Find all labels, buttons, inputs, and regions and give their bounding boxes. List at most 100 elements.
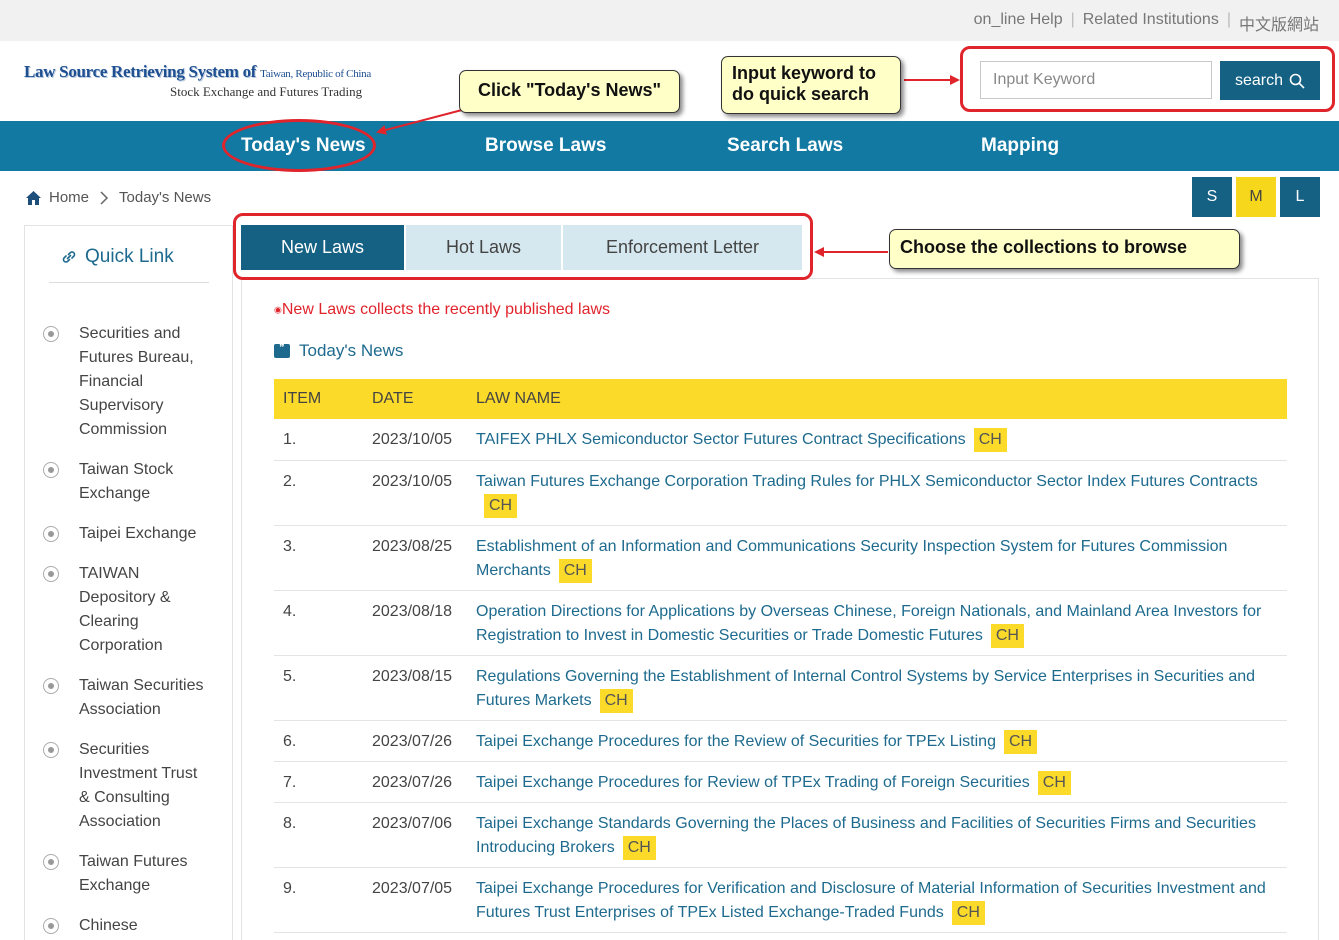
row-item: 7. <box>283 774 297 791</box>
nav-search-laws[interactable]: Search Laws <box>727 135 843 157</box>
row-law-name: Taipei Exchange Procedures for the Revie… <box>476 730 1282 754</box>
row-date: 2023/08/18 <box>372 603 453 620</box>
chinese-site-link[interactable]: 中文版網站 <box>1231 11 1319 35</box>
callout-line: do quick search <box>732 84 870 104</box>
table-row: 8. 2023/07/06 Taipei Exchange Standards … <box>274 803 1287 868</box>
chinese-version-badge[interactable]: CH <box>622 836 656 860</box>
logo-main-text: Law Source Retrieving System of <box>24 62 257 81</box>
online-help-link[interactable]: on_line Help <box>966 11 1071 35</box>
chinese-version-badge[interactable]: CH <box>484 494 518 518</box>
sidebar-line: Taiwan Stock <box>79 461 174 478</box>
link-icon <box>62 251 76 263</box>
row-date: 2023/07/06 <box>372 815 453 832</box>
law-link[interactable]: Taipei Exchange Procedures for Verificat… <box>476 880 1266 921</box>
table-row: 6. 2023/07/26 Taipei Exchange Procedures… <box>274 721 1287 762</box>
law-link[interactable]: Regulations Governing the Establishment … <box>476 668 1255 709</box>
row-item: 6. <box>283 733 297 750</box>
radio-bullet-icon <box>43 326 59 342</box>
search-input[interactable] <box>980 61 1212 99</box>
sidebar-item-chinese[interactable]: Chinese <box>43 914 138 938</box>
nav-browse-laws[interactable]: Browse Laws <box>485 135 606 157</box>
sidebar-line: Exchange <box>79 877 151 894</box>
radio-bullet-icon <box>43 854 59 870</box>
search-button[interactable]: search <box>1220 61 1320 100</box>
chinese-version-badge[interactable]: CH <box>990 624 1024 648</box>
speech-bubble-icon: ❞ <box>274 344 290 358</box>
row-item: 5. <box>283 668 297 685</box>
row-law-name: TAIFEX PHLX Semiconductor Sector Futures… <box>476 428 1282 452</box>
column-header-law-name: LAW NAME <box>476 390 561 407</box>
breadcrumb-home[interactable]: Home <box>49 189 89 206</box>
table-row: 7. 2023/07/26 Taipei Exchange Procedures… <box>274 762 1287 803</box>
sidebar-line: TAIWAN <box>79 565 140 582</box>
radio-bullet-icon <box>43 566 59 582</box>
row-item: 3. <box>283 538 297 555</box>
law-link[interactable]: Taipei Exchange Procedures for the Revie… <box>476 733 996 750</box>
top-bar: on_line Help | Related Institutions | 中文… <box>0 0 1339 41</box>
font-size-controls: S M L <box>1192 177 1320 217</box>
table-row: 5. 2023/08/15 Regulations Governing the … <box>274 656 1287 721</box>
sidebar-line: Taiwan Futures <box>79 853 188 870</box>
row-law-name: Taipei Exchange Standards Governing the … <box>476 812 1282 860</box>
row-date: 2023/10/05 <box>372 431 453 448</box>
sidebar-line: Clearing <box>79 613 139 630</box>
law-link[interactable]: Taipei Exchange Standards Governing the … <box>476 815 1256 856</box>
sidebar-item-tpex[interactable]: Taipei Exchange <box>43 522 196 546</box>
table-row: 4. 2023/08/18 Operation Directions for A… <box>274 591 1287 656</box>
sidebar-line: Securities and <box>79 325 181 342</box>
sidebar-line: Securities <box>79 741 150 758</box>
sidebar-line: Financial <box>79 373 144 390</box>
row-law-name: Regulations Governing the Establishment … <box>476 665 1282 713</box>
law-link[interactable]: TAIFEX PHLX Semiconductor Sector Futures… <box>476 431 966 448</box>
sidebar-line: Investment Trust <box>79 765 198 782</box>
logo-small-text: Taiwan, Republic of China <box>260 68 371 80</box>
home-icon <box>26 190 41 205</box>
breadcrumb-current: Today's News <box>119 189 212 206</box>
sidebar-item-taifex[interactable]: Taiwan Futures Exchange <box>43 850 188 898</box>
notice-bullet-icon: ◉ <box>274 304 282 315</box>
row-item: 9. <box>283 880 297 897</box>
main-nav: Today's News Browse Laws Search Laws Map… <box>0 121 1339 171</box>
row-law-name: Taipei Exchange Procedures for Verificat… <box>476 877 1282 925</box>
top-links: on_line Help | Related Institutions | 中文… <box>966 11 1319 35</box>
table-row: 2. 2023/10/05 Taiwan Futures Exchange Co… <box>274 461 1287 526</box>
chinese-version-badge[interactable]: CH <box>973 428 1007 452</box>
law-link[interactable]: Operation Directions for Applications by… <box>476 603 1261 644</box>
search-icon <box>1289 73 1305 89</box>
chinese-version-badge[interactable]: CH <box>558 559 592 583</box>
font-size-small-button[interactable]: S <box>1192 177 1232 217</box>
callout-keyword-search: Input keyword to do quick search <box>721 56 901 114</box>
sidebar-line: Depository & <box>79 589 171 606</box>
quick-link-title-text: Quick Link <box>85 246 174 267</box>
table-row: 9. 2023/07/05 Taipei Exchange Procedures… <box>274 868 1287 933</box>
sidebar-item-sfb[interactable]: Securities and Futures Bureau, Financial Su… <box>43 322 194 442</box>
sidebar-item-tdcc[interactable]: TAIWAN Depository & Clearing Corporation <box>43 562 171 658</box>
section-title: ❞ Today's News <box>274 341 403 361</box>
sidebar-item-twse[interactable]: Taiwan Stock Exchange <box>43 458 173 506</box>
chinese-version-badge[interactable]: CH <box>1037 771 1071 795</box>
chinese-version-badge[interactable]: CH <box>599 689 633 713</box>
row-law-name: Taipei Exchange Procedures for Review of… <box>476 771 1282 795</box>
related-institutions-link[interactable]: Related Institutions <box>1075 11 1227 35</box>
sidebar-line: Taiwan Securities <box>79 677 204 694</box>
sidebar-line: Supervisory <box>79 397 164 414</box>
font-size-medium-button[interactable]: M <box>1236 177 1276 217</box>
site-logo[interactable]: Law Source Retrieving System of Taiwan, … <box>24 62 404 100</box>
sidebar-item-sitca[interactable]: Securities Investment Trust & Consulting As… <box>43 738 197 834</box>
chinese-version-badge[interactable]: CH <box>1003 730 1038 754</box>
chinese-version-badge[interactable]: CH <box>951 901 985 925</box>
sidebar-item-tsa[interactable]: Taiwan Securities Association <box>43 674 204 722</box>
table-header: ITEM DATE LAW NAME <box>274 379 1287 419</box>
chevron-right-icon <box>100 190 109 205</box>
row-item: 4. <box>283 603 297 620</box>
row-item: 8. <box>283 815 297 832</box>
law-link[interactable]: Taipei Exchange Procedures for Review of… <box>476 774 1030 791</box>
radio-bullet-icon <box>43 742 59 758</box>
table-row: 1. 2023/10/05 TAIFEX PHLX Semiconductor … <box>274 419 1287 461</box>
sidebar-line: Futures Bureau, <box>79 349 194 366</box>
font-size-large-button[interactable]: L <box>1280 177 1320 217</box>
law-link[interactable]: Taiwan Futures Exchange Corporation Trad… <box>476 473 1258 490</box>
divider <box>49 282 209 283</box>
nav-mapping[interactable]: Mapping <box>981 135 1059 157</box>
sidebar-line: Corporation <box>79 637 163 654</box>
